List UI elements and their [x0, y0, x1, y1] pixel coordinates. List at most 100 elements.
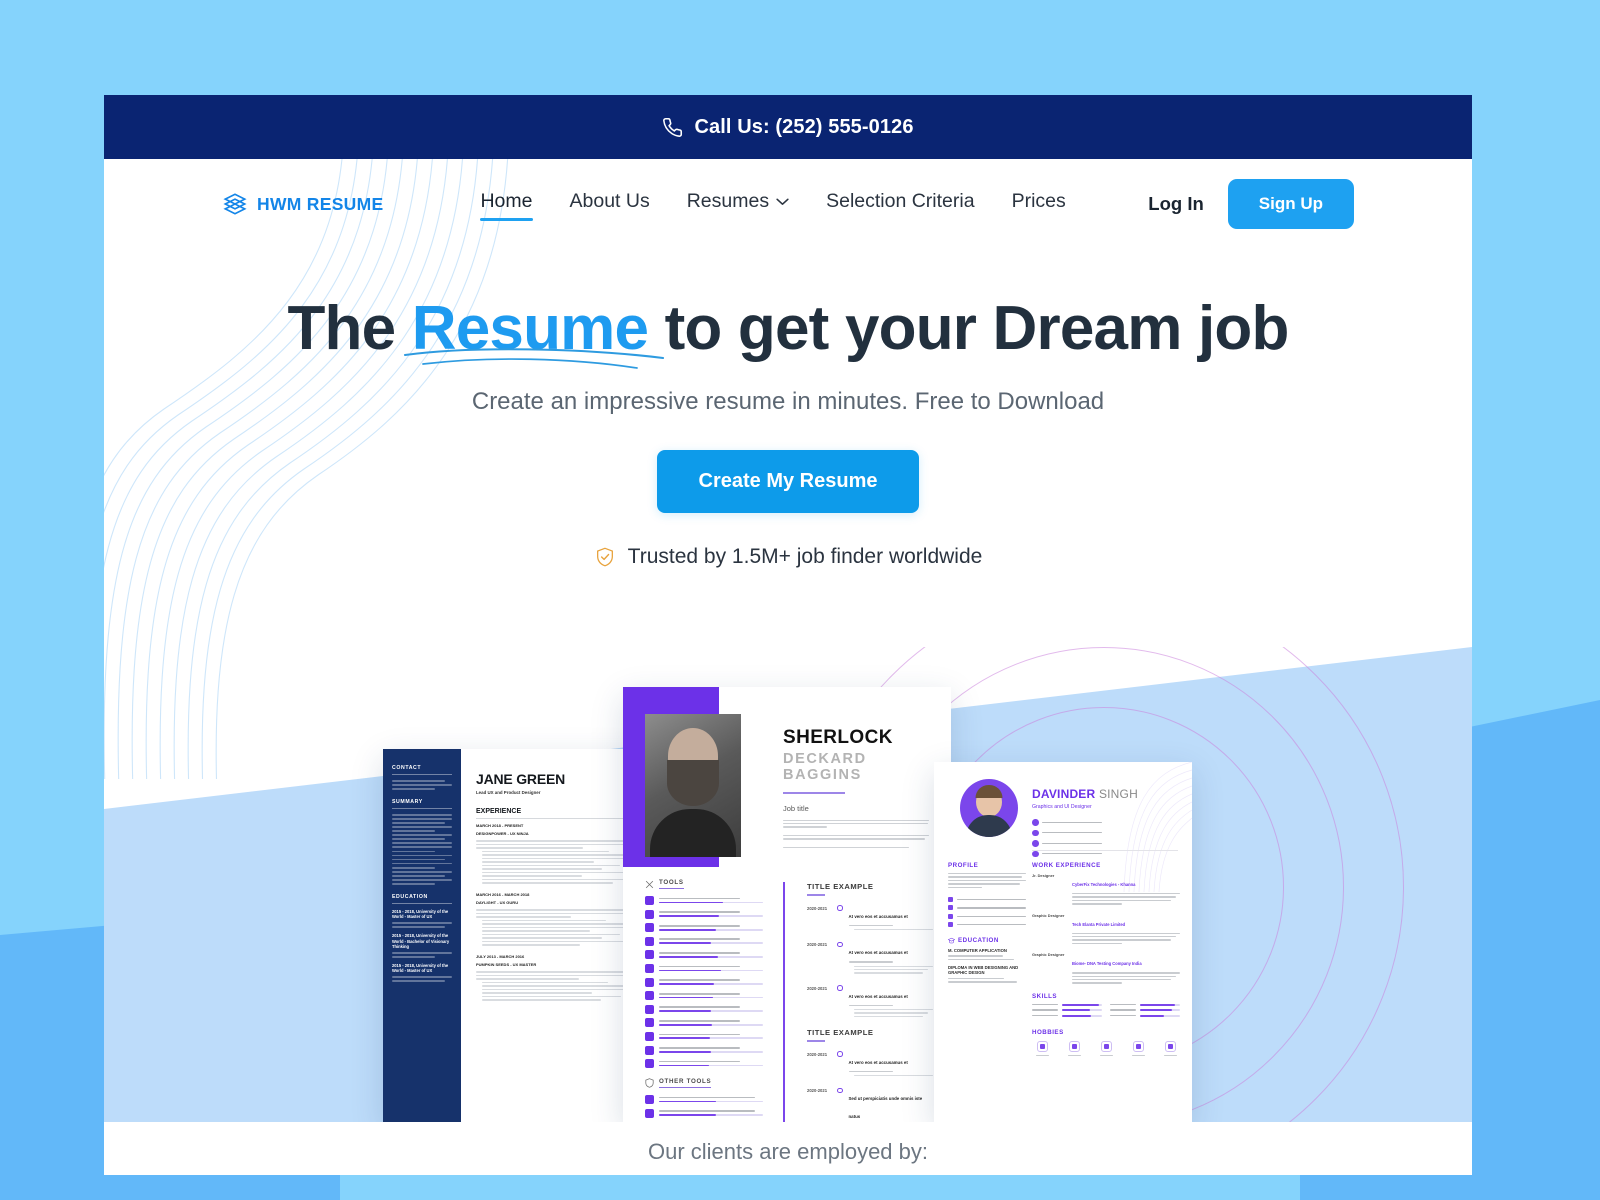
timeline-heading: At vero eos et accusamus et [848, 950, 908, 956]
nav-item-resumes[interactable]: Resumes [687, 190, 789, 218]
nav-item-about-us[interactable]: About Us [570, 190, 650, 218]
clients-title: Our clients are employed by: [647, 1139, 929, 1164]
davinder-contact-link[interactable] [1032, 829, 1102, 836]
phone-icon [662, 117, 683, 138]
timeline-date: 2020-2021 [807, 1088, 828, 1094]
davinder-name: DAVINDER SINGH [1032, 787, 1178, 801]
work-role: Jr. Designer [1032, 873, 1055, 878]
work-role: Graphic Designer [1032, 952, 1065, 958]
davinder-contact-link[interactable] [1032, 819, 1102, 826]
timeline-entry: 2020-2021 At vero eos et accusamus et [797, 941, 935, 975]
hero-headline: The Resume to get your Dream job [287, 294, 1290, 369]
tool-icon [645, 923, 654, 933]
davinder-right-column: WORK EXPERIENCE Jr. Designer CyberFix Tec… [1032, 862, 1180, 1056]
gaming-icon [1096, 1041, 1116, 1056]
reading-icon [1160, 1041, 1180, 1056]
timeline-heading: At vero eos et accusamus et [848, 913, 908, 919]
headline-part2: to get your Dream job [648, 294, 1290, 363]
timeline-entry: 2020-2021 At vero eos et accusamus et [797, 905, 935, 933]
sherlock-divider [783, 792, 845, 794]
jane-section-contact: CONTACT [392, 765, 452, 775]
resume-card-sherlock[interactable]: SHERLOCK DECKARD BAGGINS Job title TOOLS… [623, 687, 951, 1122]
tool-row [645, 1045, 763, 1055]
nav-actions: Log In Sign Up [1148, 179, 1354, 229]
jane-section-education: EDUCATION [392, 894, 452, 904]
headline-part1: The [287, 294, 412, 363]
timeline-section-title: TITLE EXAMPLE [807, 882, 874, 891]
skill-row [1110, 1003, 1180, 1006]
work-experience-row: Jr. Designer CyberFix Technologies - Khan… [1032, 873, 1180, 907]
timeline-dot-icon [837, 905, 843, 911]
cycling-icon [1064, 1041, 1084, 1056]
tool-icon [645, 1004, 654, 1014]
davinder-hobbies-heading: HOBBIES [1032, 1029, 1064, 1037]
trust-badge: Trusted by 1.5M+ job finder worldwide [104, 545, 1472, 569]
login-link[interactable]: Log In [1148, 193, 1203, 215]
hero-cta-wrap: Create My Resume [104, 450, 1472, 514]
tool-icon [645, 950, 654, 960]
tool-row [645, 1004, 763, 1014]
skill-row [1032, 1003, 1102, 1006]
top-contact-bar: Call Us: (252) 555-0126 [104, 95, 1472, 159]
work-company: Biome- DNA Testing Company India [1072, 961, 1142, 967]
sherlock-paragraph [783, 819, 929, 828]
resume-card-davinder-singh[interactable]: DAVINDER SINGH Graphics and UI Designer … [934, 762, 1192, 1122]
davinder-contact-link[interactable] [1032, 850, 1102, 857]
sherlock-paragraph [783, 834, 929, 840]
timeline-vertical-bar [783, 882, 786, 1122]
tool-icon [645, 1018, 654, 1028]
tool-row [645, 909, 763, 919]
brand-logo[interactable]: HWM RESUME [222, 191, 383, 217]
davinder-degree: DIPLOMA IN WEB DESIGNING AND GRAPHIC DES… [948, 964, 1019, 976]
sherlock-first-name: SHERLOCK [783, 727, 893, 748]
main-navbar: HWM RESUME Home About Us Resumes Selecti… [104, 159, 1472, 249]
davinder-last-name: SINGH [1098, 787, 1138, 801]
sherlock-tools-column: TOOLS OTHER TOOLS [645, 879, 763, 1122]
tool-row [645, 936, 763, 946]
other-tool-icon [645, 1095, 654, 1105]
tool-row [645, 1031, 763, 1041]
tool-icon [645, 991, 654, 1001]
skill-row [1110, 1014, 1180, 1017]
davinder-contact-links [1032, 819, 1178, 857]
davinder-profile-heading: PROFILE [948, 862, 979, 869]
work-experience-row: Graphic Designer Tech Elanta Private Limi… [1032, 913, 1180, 947]
davinder-contact-link[interactable] [1032, 840, 1102, 847]
skill-row [1032, 1009, 1102, 1012]
sherlock-portrait-photo [645, 714, 741, 857]
resume-card-jane-green[interactable]: CONTACT SUMMARY EDUCATION 2015 - 2018, U… [383, 749, 661, 1122]
tool-icon [645, 1059, 654, 1069]
nav-item-selection-criteria[interactable]: Selection Criteria [826, 190, 974, 218]
timeline-entry: 2020-2021 Sed ut perspiciatis unde omnis … [797, 1087, 935, 1122]
davinder-skills-grid [1032, 1003, 1180, 1021]
sherlock-paragraph [783, 846, 929, 848]
davinder-work-heading: WORK EXPERIENCE [1032, 862, 1101, 869]
create-my-resume-button[interactable]: Create My Resume [656, 450, 920, 514]
jane-education-entry: 2015 - 2018, University of the World - M… [392, 908, 449, 920]
resume-showcase-illustration: CONTACT SUMMARY EDUCATION 2015 - 2018, U… [104, 647, 1472, 1122]
tool-icon [645, 936, 654, 946]
sherlock-tools-list [645, 896, 763, 1069]
signup-button[interactable]: Sign Up [1227, 179, 1354, 229]
tool-row [645, 1018, 763, 1028]
tool-icon [645, 909, 654, 919]
other-tool-row [645, 1095, 763, 1105]
davinder-first-name: DAVINDER [1032, 787, 1096, 801]
timeline-dot-icon [837, 941, 843, 948]
skill-row [1110, 1009, 1180, 1012]
davinder-role: Graphics and UI Designer [1032, 804, 1092, 810]
timeline-section-title: TITLE EXAMPLE [807, 1028, 874, 1038]
tools-icon [645, 880, 654, 888]
other-tool-row [645, 1108, 763, 1118]
sherlock-header: SHERLOCK DECKARD BAGGINS Job title [783, 727, 929, 850]
timeline-entry: 2020-2021 At vero eos et accusamus et [797, 1051, 935, 1079]
sherlock-other-tools-heading: OTHER TOOLS [645, 1078, 763, 1089]
nav-item-home[interactable]: Home [480, 190, 533, 221]
work-company: CyberFix Technologies - Khanna [1072, 882, 1136, 887]
skill-row [1032, 1014, 1102, 1017]
basketball-icon [1128, 1041, 1148, 1056]
nav-item-prices[interactable]: Prices [1012, 190, 1066, 218]
timeline-heading: Sed ut perspiciatis unde omnis iste natu… [848, 1096, 923, 1120]
davinder-education-heading: EDUCATION [948, 937, 1026, 944]
tool-icon [645, 963, 654, 973]
